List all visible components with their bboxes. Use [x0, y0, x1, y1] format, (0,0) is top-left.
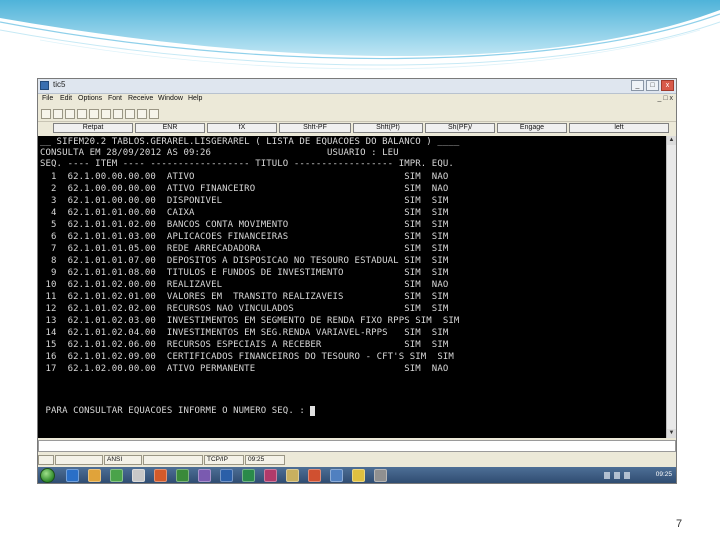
tray-volume-icon[interactable] — [624, 472, 630, 479]
terminal-row: 9 62.1.01.01.08.00 TITULOS E FUNDOS DE I… — [40, 268, 449, 278]
terminal-row: 14 62.1.01.02.04.00 INVESTIMENTOS EM SEG… — [40, 328, 449, 338]
start-button-icon[interactable] — [40, 468, 55, 483]
terminal-row: 13 62.1.01.02.03.00 INVESTIMENTOS EM SEG… — [40, 316, 460, 326]
taskbar-folder-icon[interactable] — [88, 469, 101, 482]
terminal-row: 15 62.1.01.02.06.00 RECURSOS ESPECIAIS A… — [40, 340, 449, 350]
status-cell-protocol: TCP/IP — [204, 455, 244, 465]
toolbar-icon-1[interactable] — [41, 109, 51, 119]
terminal-prompt-text: PARA CONSULTAR EQUACOES INFORME O NUMERO… — [40, 406, 311, 416]
taskbar-firefox-icon[interactable] — [308, 469, 321, 482]
toolbar — [38, 107, 676, 122]
terminal-row: 7 62.1.01.01.05.00 REDE ARRECADADORA SIM… — [40, 244, 449, 254]
toolbar-icon-8[interactable] — [125, 109, 135, 119]
fkey-button-7[interactable]: Engage — [497, 123, 567, 133]
fkey-button-4[interactable]: Shft-PF — [279, 123, 351, 133]
terminal-row: 6 62.1.01.01.03.00 APLICACOES FINANCEIRA… — [40, 232, 449, 242]
terminal-row: 8 62.1.01.01.07.00 DEPOSITOS A DISPOSICA… — [40, 256, 449, 266]
terminal-row: 12 62.1.01.02.02.00 RECURSOS NAO VINCULA… — [40, 304, 449, 314]
toolbar-icon-6[interactable] — [101, 109, 111, 119]
maximize-button[interactable]: □ — [646, 80, 659, 91]
terminal-emulator-window: tic5 _ □ x File Edit Options Font Receiv… — [37, 78, 677, 484]
window-titlebar[interactable]: tic5 _ □ x — [38, 79, 676, 94]
terminal-row: 4 62.1.01.01.00.00 CAIXA SIM SIM — [40, 208, 449, 218]
toolbar-icon-9[interactable] — [137, 109, 147, 119]
menu-window[interactable]: Window — [158, 95, 183, 102]
taskbar-folder-icon[interactable] — [352, 469, 365, 482]
status-cell-time: 09:25 — [245, 455, 285, 465]
taskbar-word-icon[interactable] — [220, 469, 233, 482]
slide-header-decoration — [0, 0, 720, 70]
status-cell-icon — [38, 455, 54, 465]
menu-font[interactable]: Font — [108, 95, 122, 102]
terminal-row: 3 62.1.01.00.00.00 DISPONIVEL SIM SIM — [40, 196, 449, 206]
taskbar-clock[interactable]: 09:25 — [656, 471, 672, 478]
terminal-screen[interactable]: __ SIFEM20.2 TABLOS.GERAREL.LISGERAREL (… — [38, 136, 666, 438]
vertical-scrollbar[interactable]: ▲ ▼ — [666, 136, 676, 438]
toolbar-icon-2[interactable] — [53, 109, 63, 119]
menu-receive[interactable]: Receive — [128, 95, 153, 102]
app-icon — [40, 81, 49, 90]
fkey-button-5[interactable]: Shft(Pf) — [353, 123, 423, 133]
taskbar-excel-icon[interactable] — [242, 469, 255, 482]
taskbar-app-icon[interactable] — [330, 469, 343, 482]
fkey-button-6[interactable]: Sh(PF)/ — [425, 123, 495, 133]
tray-icon[interactable] — [604, 472, 610, 479]
taskbar-app-icon[interactable] — [286, 469, 299, 482]
taskbar-app-icon[interactable] — [132, 469, 145, 482]
slide-page-number: 7 — [676, 518, 683, 530]
toolbar-icon-4[interactable] — [77, 109, 87, 119]
taskbar-ie-icon[interactable] — [66, 469, 79, 482]
scroll-down-arrow-icon[interactable]: ▼ — [667, 429, 676, 438]
taskbar-chrome-icon[interactable] — [110, 469, 123, 482]
minimize-button[interactable]: _ — [631, 80, 644, 91]
menu-options[interactable]: Options — [78, 95, 102, 102]
window-title: tic5 — [53, 80, 66, 89]
tray-network-icon[interactable] — [614, 472, 620, 479]
menu-edit[interactable]: Edit — [60, 95, 72, 102]
taskbar-app-icon[interactable] — [374, 469, 387, 482]
status-cell-4 — [143, 455, 203, 465]
close-button[interactable]: x — [661, 80, 674, 91]
mdi-window-controls[interactable]: _ □ x — [657, 95, 673, 102]
fkey-button-3[interactable]: fX — [207, 123, 277, 133]
terminal-prompt-line[interactable]: PARA CONSULTAR EQUACOES INFORME O NUMERO… — [40, 406, 316, 417]
taskbar-terminal-icon[interactable] — [176, 469, 189, 482]
command-input-line[interactable] — [38, 440, 676, 452]
menu-file[interactable]: File — [42, 95, 53, 102]
text-cursor — [310, 406, 316, 416]
fkey-button-1[interactable]: Retpat — [53, 123, 133, 133]
terminal-row: 17 62.1.02.00.00.00 ATIVO PERMANENTE SIM… — [40, 364, 449, 374]
function-key-bar: Retpat ENR fX Shft-PF Shft(Pf) Sh(PF)/ E… — [38, 123, 676, 134]
status-cell-encoding: ANSI — [104, 455, 142, 465]
menu-bar: File Edit Options Font Receive Window He… — [38, 94, 676, 106]
toolbar-icon-3[interactable] — [65, 109, 75, 119]
fkey-button-8[interactable]: left — [569, 123, 669, 133]
terminal-row: 2 62.1.00.00.00.00 ATIVO FINANCEIRO SIM … — [40, 184, 449, 194]
toolbar-icon-5[interactable] — [89, 109, 99, 119]
menu-help[interactable]: Help — [188, 95, 202, 102]
terminal-row: 16 62.1.01.02.09.00 CERTIFICADOS FINANCE… — [40, 352, 454, 362]
terminal-header-line: __ SIFEM20.2 TABLOS.GERAREL.LISGERAREL (… — [40, 137, 460, 147]
terminal-info-line: CONSULTA EM 28/09/2012 AS 09:26 USUARIO … — [40, 148, 399, 158]
toolbar-icon-10[interactable] — [149, 109, 159, 119]
scroll-up-arrow-icon[interactable]: ▲ — [667, 136, 676, 145]
terminal-column-header: SEQ. ---- ITEM ---- ------------------ T… — [40, 159, 454, 169]
status-cell-2 — [55, 455, 103, 465]
fkey-button-2[interactable]: ENR — [135, 123, 205, 133]
status-bar: ANSI TCP/IP 09:25 — [38, 454, 676, 466]
toolbar-icon-7[interactable] — [113, 109, 123, 119]
terminal-row: 10 62.1.01.02.00.00 REALIZAVEL SIM NAO — [40, 280, 449, 290]
terminal-row: 1 62.1.00.00.00.00 ATIVO SIM NAO — [40, 172, 449, 182]
terminal-row: 5 62.1.01.01.02.00 BANCOS CONTA MOVIMENT… — [40, 220, 449, 230]
taskbar-app-icon[interactable] — [198, 469, 211, 482]
terminal-row: 11 62.1.01.02.01.00 VALORES EM TRANSITO … — [40, 292, 449, 302]
windows-taskbar: 09:25 — [38, 467, 676, 483]
taskbar-media-icon[interactable] — [154, 469, 167, 482]
taskbar-app-icon[interactable] — [264, 469, 277, 482]
